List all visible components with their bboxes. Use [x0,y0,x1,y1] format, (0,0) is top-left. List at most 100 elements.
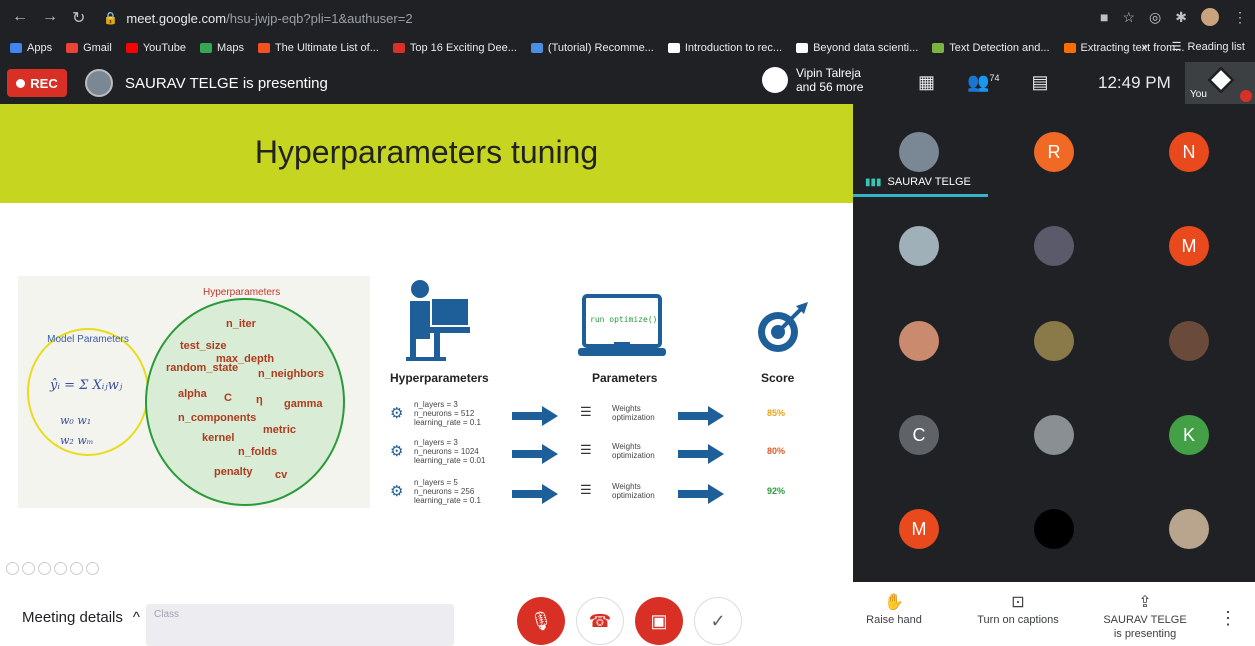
slides-icon[interactable] [54,562,67,575]
recording-badge[interactable]: REC [7,69,67,97]
bookmark-icon [257,43,270,53]
formula: ŷᵢ = Σ Xᵢⱼwⱼ [50,378,123,393]
profile-avatar[interactable] [1201,8,1219,26]
gear-icon: ⚙ [390,405,404,422]
self-view-tile[interactable]: You [1185,62,1255,104]
participant-avatar[interactable] [899,226,939,266]
participant-avatar[interactable] [1034,415,1074,455]
speaking-icon: ▮▮▮ [865,176,882,188]
bookmark-item[interactable]: Top 16 Exciting Dee... [392,42,517,54]
hyperparam-word: penalty [214,466,253,478]
bookmark-item[interactable]: Apps [10,42,52,54]
bookmark-label: Top 16 Exciting Dee... [409,42,517,54]
bookmark-icon [200,43,213,53]
next-slide-icon[interactable] [22,562,35,575]
layout-icon[interactable]: ▦ [918,72,935,93]
hyperparam-word: n_neighbors [258,368,325,380]
reading-list-label: Reading list [1187,40,1245,53]
bookmark-label: Apps [27,42,53,54]
bookmark-item[interactable]: Beyond data scienti... [796,42,918,54]
participant-avatar[interactable]: C [899,415,939,455]
laptop-screen-text: run optimize() [590,315,658,324]
chat-icon[interactable]: ▤ [1031,72,1048,93]
participant-initial: M [1181,235,1197,256]
hyperparam-word: test_size [180,340,227,352]
camera-toggle-button[interactable]: ▣ [635,597,683,645]
participant-avatar[interactable]: K [1169,415,1209,455]
url-host: meet.google.com [126,10,227,26]
slide-header: Hyperparameters tuning [0,104,853,203]
slide-nav-controls[interactable] [6,562,99,575]
bookmark-item[interactable]: Gmail [66,42,112,54]
sliders-icon: ☰ [580,482,592,497]
leave-call-button[interactable]: ☎ [576,597,624,645]
participant-initial: M [911,518,927,539]
participant-avatar[interactable] [1169,321,1209,361]
speaker-name: Vipin Talreja [796,66,861,80]
more-options-icon[interactable]: ⋮ [1219,608,1237,629]
captions-button[interactable]: ⊡ Turn on captions [970,595,1066,627]
back-icon[interactable]: ← [12,8,28,28]
bookmark-label: Beyond data scienti... [813,42,919,54]
col-hyperparameters: Hyperparameters [390,371,489,385]
presenting-button[interactable]: ⇪ SAURAV TELGE is presenting [1100,595,1190,641]
participant-avatar[interactable] [1169,509,1209,549]
star-icon[interactable]: ☆ [1122,9,1135,26]
reading-list[interactable]: » ☰ Reading list [1142,40,1245,54]
participant-avatar[interactable] [899,132,939,172]
bookmark-item[interactable]: The Ultimate List of... [257,42,379,54]
puzzle-icon[interactable]: ✱ [1175,9,1187,26]
participant-avatar[interactable] [899,321,939,361]
bookmarks-overflow[interactable]: » [1142,41,1148,53]
participant-initial: N [1182,141,1196,162]
meeting-details-button[interactable]: Meeting details ^ [22,609,140,626]
speaker-avatar [762,67,788,93]
lock-icon: 🔒 [103,11,119,25]
extension-icon[interactable]: ◎ [1149,9,1161,26]
hyperparam-word: n_components [178,412,257,424]
participant-avatar[interactable]: M [899,509,939,549]
bookmark-item[interactable]: Text Detection and... [932,42,1050,54]
check-button[interactable]: ✓ [694,597,742,645]
record-dot-icon [16,78,26,88]
camera-icon[interactable]: ■ [1100,9,1108,25]
row-param: Weights optimization [612,482,655,500]
gear-icon: ⚙ [390,443,404,460]
participant-avatar[interactable]: N [1169,132,1209,172]
presenting-line1: SAURAV TELGE [1103,614,1187,626]
participant-avatar[interactable] [1034,226,1074,266]
prev-slide-icon[interactable] [6,562,19,575]
bookmark-label: (Tutorial) Recomme... [547,42,654,54]
more-icon[interactable] [86,562,99,575]
people-icon[interactable]: 👥74 [967,72,999,93]
weights-row-2: w₂ wₘ [60,434,94,447]
mic-toggle-button[interactable]: 🎙 [517,597,565,645]
forward-icon[interactable]: → [42,8,58,28]
participant-initial: C [912,424,926,445]
pen-icon[interactable] [38,562,51,575]
raise-hand-label: Raise hand [866,614,922,626]
presenting-line2: is presenting [1113,628,1177,640]
speaker-indicator[interactable]: Vipin Talreja and 56 more [762,66,863,94]
address-bar[interactable]: 🔒 meet.google.com/hsu-jwjp-eqb?pli=1&aut… [103,11,412,26]
bookmark-item[interactable]: Maps [200,42,244,54]
bookmark-item[interactable]: (Tutorial) Recomme... [530,42,654,54]
participant-avatar[interactable] [1034,509,1074,549]
hyperparam-word: metric [263,424,297,436]
menu-icon[interactable]: ⋮ [1233,9,1247,26]
raise-hand-button[interactable]: ✋ Raise hand [862,595,926,627]
bookmark-item[interactable]: YouTube [125,42,186,54]
participant-avatar[interactable]: M [1169,226,1209,266]
browser-actions: ■ ☆ ◎ ✱ ⋮ [1100,8,1247,26]
bookmark-item[interactable]: Introduction to rec... [667,42,782,54]
participant-avatar[interactable] [1034,321,1074,361]
zoom-icon[interactable] [70,562,83,575]
reload-icon[interactable]: ↻ [72,8,85,28]
hyperparam-word: random_state [166,362,239,374]
presenter-avatar [85,69,113,97]
people-count: 74 [989,73,1000,83]
hyperparam-word: alpha [178,388,207,400]
hyperparam-word: gamma [284,398,323,410]
meet-top-bar: REC SAURAV TELGE is presenting Vipin Tal… [0,62,1255,104]
participant-avatar[interactable]: R [1034,132,1074,172]
